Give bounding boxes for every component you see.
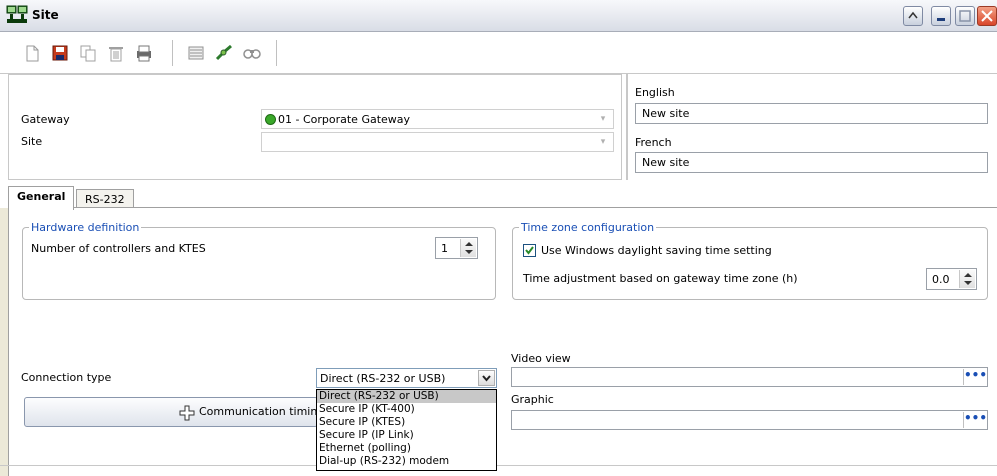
option-secure-ip-ktes[interactable]: Secure IP (KTES) <box>317 416 496 429</box>
graphic-input[interactable]: ••• <box>511 410 988 430</box>
gateway-value: 01 - Corporate Gateway <box>278 113 411 126</box>
link-icon[interactable] <box>214 43 234 63</box>
network-computers-icon <box>6 5 28 23</box>
toolbar <box>0 32 997 74</box>
chevron-down-icon: ▾ <box>600 114 606 124</box>
copy-icon[interactable] <box>78 43 98 63</box>
daylight-saving-label: Use Windows daylight saving time setting <box>541 244 772 257</box>
title-bar: Site <box>0 0 997 32</box>
maximize-button[interactable] <box>955 6 975 26</box>
english-name-input[interactable]: New site <box>635 103 988 124</box>
hardware-definition-group: Hardware definition Number of controller… <box>22 221 496 300</box>
option-secure-ip-link[interactable]: Secure IP (IP Link) <box>317 429 496 442</box>
graphic-label: Graphic <box>511 393 554 406</box>
connection-type-label: Connection type <box>21 371 112 384</box>
controllers-spinner[interactable]: 1 <box>435 237 478 259</box>
video-view-label: Video view <box>511 352 571 365</box>
minimize-button[interactable] <box>931 6 951 26</box>
tab-general[interactable]: General <box>8 186 75 210</box>
close-icon <box>981 10 993 22</box>
save-icon[interactable] <box>50 43 70 63</box>
tab-rs232[interactable]: RS-232 <box>76 189 134 209</box>
video-view-browse-button[interactable]: ••• <box>963 369 987 385</box>
chevron-down-icon: ▾ <box>600 137 606 147</box>
daylight-saving-checkbox[interactable] <box>523 244 536 257</box>
plus-icon <box>179 405 195 421</box>
maximize-icon <box>959 10 971 22</box>
new-icon[interactable] <box>22 43 42 63</box>
spinner-arrows[interactable] <box>460 239 476 257</box>
chevron-down-icon <box>482 375 491 382</box>
toolbar-separator <box>172 40 173 66</box>
time-zone-group: Time zone configuration Use Windows dayl… <box>512 221 988 300</box>
option-ethernet-polling[interactable]: Ethernet (polling) <box>317 442 496 455</box>
time-adjust-label: Time adjustment based on gateway time zo… <box>523 272 798 285</box>
controllers-value: 1 <box>441 242 448 255</box>
header-panel: Gateway 01 - Corporate Gateway ▾ Site ▾ … <box>0 74 997 186</box>
connection-type-value: Direct (RS-232 or USB) <box>320 372 446 385</box>
restore-button[interactable] <box>903 6 923 26</box>
time-adjust-value: 0.0 <box>932 273 950 286</box>
french-name-input[interactable]: New site <box>635 152 988 173</box>
connection-type-select[interactable]: Direct (RS-232 or USB) <box>316 368 497 388</box>
gateway-label: Gateway <box>21 113 70 126</box>
site-label: Site <box>21 135 43 148</box>
hardware-definition-legend: Hardware definition <box>29 221 142 234</box>
list-icon[interactable] <box>186 43 206 63</box>
graphic-browse-button[interactable]: ••• <box>963 412 987 428</box>
communication-timing-label: Communication timing <box>199 405 318 418</box>
print-icon[interactable] <box>134 43 154 63</box>
site-select[interactable]: ▾ <box>261 132 614 152</box>
status-divider <box>0 465 997 466</box>
video-view-input[interactable]: ••• <box>511 367 988 387</box>
dropdown-button[interactable] <box>478 370 495 386</box>
status-online-icon <box>265 114 276 125</box>
connection-type-options: Direct (RS-232 or USB) Secure IP (KT-400… <box>316 389 497 471</box>
option-secure-ip-kt400[interactable]: Secure IP (KT-400) <box>317 403 496 416</box>
translation-panel: English New site French New site <box>626 74 997 180</box>
french-label: French <box>635 136 672 149</box>
spinner-arrows[interactable] <box>959 270 975 288</box>
window-title: Site <box>32 8 59 22</box>
up-down-arrows-icon <box>465 242 473 254</box>
option-direct[interactable]: Direct (RS-232 or USB) <box>317 390 496 403</box>
gateway-site-panel: Gateway 01 - Corporate Gateway ▾ Site ▾ <box>8 74 622 180</box>
tab-strip: General RS-232 <box>0 186 997 210</box>
time-zone-legend: Time zone configuration <box>519 221 657 234</box>
gateway-select[interactable]: 01 - Corporate Gateway ▾ <box>261 109 614 129</box>
time-adjust-spinner[interactable]: 0.0 <box>926 268 977 290</box>
check-icon <box>525 246 534 255</box>
close-button[interactable] <box>977 6 997 26</box>
up-down-arrows-icon <box>964 273 972 285</box>
toolbar-separator <box>276 40 277 66</box>
communication-timing-button[interactable]: Communication timing <box>24 397 318 427</box>
option-dialup-modem[interactable]: Dial-up (RS-232) modem <box>317 455 496 468</box>
minimize-icon <box>937 18 945 21</box>
find-icon[interactable] <box>242 43 262 63</box>
caret-up-icon <box>908 11 918 19</box>
english-label: English <box>635 86 675 99</box>
delete-icon[interactable] <box>106 43 126 63</box>
controllers-label: Number of controllers and KTES <box>31 242 206 255</box>
